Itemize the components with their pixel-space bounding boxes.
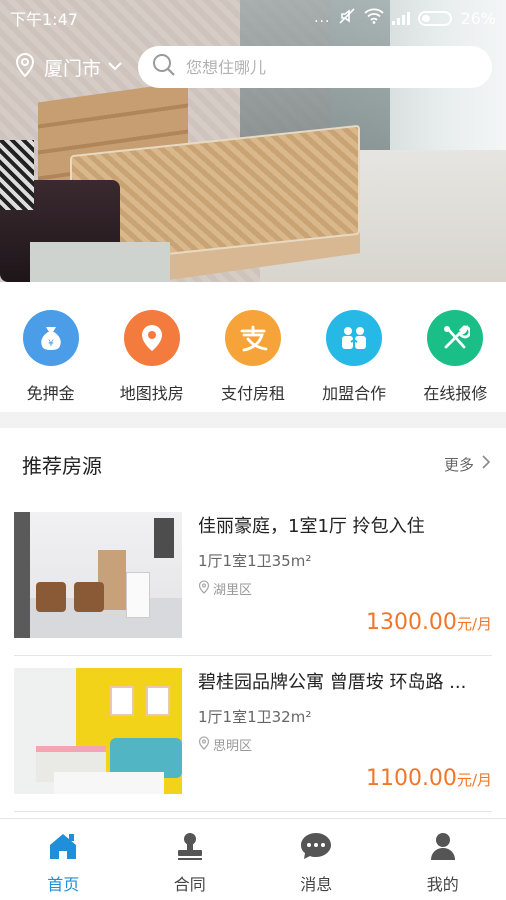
listing-title: 碧桂园品牌公寓 曾厝垵 环岛路 ... xyxy=(198,672,467,693)
search-icon xyxy=(152,53,176,81)
recommend-header: 推荐房源 更多 xyxy=(22,446,491,482)
chevron-right-icon xyxy=(482,455,491,473)
photo-rug xyxy=(54,772,164,794)
quick-action-deposit-free[interactable]: ¥ 免押金 xyxy=(1,310,101,412)
listing-card[interactable]: 佳丽豪庭，1室1厅 拎包入住 1厅1室1卫35m² 湖里区 1300.00元/月 xyxy=(14,500,492,656)
quick-action-map-search[interactable]: 地图找房 xyxy=(102,310,202,412)
location-pin-icon xyxy=(198,735,210,754)
listing-district: 思明区 xyxy=(198,735,492,754)
alipay-icon xyxy=(224,310,281,366)
tab-label: 消息 xyxy=(300,875,333,894)
user-icon xyxy=(428,831,458,865)
status-more: ... xyxy=(314,10,331,26)
tab-messages[interactable]: 消息 xyxy=(253,819,380,900)
bottom-tab-bar: 首页 合同 消息 我的 xyxy=(0,818,506,900)
repair-tools-icon xyxy=(427,310,484,366)
photo-window xyxy=(154,518,174,558)
photo-frame xyxy=(146,686,170,716)
listing-photo xyxy=(14,668,182,794)
status-bar: 下午1:47 ... 26% xyxy=(0,0,506,36)
listing-title: 佳丽豪庭，1室1厅 拎包入住 xyxy=(198,516,425,537)
recommend-title: 推荐房源 xyxy=(22,453,102,478)
battery-percent: 26% xyxy=(460,8,496,28)
tab-label: 首页 xyxy=(47,875,80,894)
tab-label: 合同 xyxy=(173,875,206,894)
more-label: 更多 xyxy=(443,455,474,474)
price-unit: 元/月 xyxy=(456,615,492,633)
quick-action-label: 支付房租 xyxy=(220,384,285,403)
status-icons: ... 26% xyxy=(314,7,496,29)
partners-icon xyxy=(326,310,383,366)
quick-action-label: 地图找房 xyxy=(119,384,184,403)
price-value: 1300.00 xyxy=(365,610,457,635)
tab-contract[interactable]: 合同 xyxy=(127,819,254,900)
wifi-icon xyxy=(364,8,385,28)
photo-frame xyxy=(110,686,134,716)
photo-chair xyxy=(36,582,66,612)
quick-action-label: 加盟合作 xyxy=(322,384,387,403)
signal-icon xyxy=(392,11,411,25)
city-selector[interactable]: 厦门市 xyxy=(14,52,138,83)
city-label: 厦门市 xyxy=(44,57,102,80)
listing-price: 1100.00元/月 xyxy=(366,766,492,791)
tab-home[interactable]: 首页 xyxy=(0,819,127,900)
listing-info: 佳丽豪庭，1室1厅 拎包入住 1厅1室1卫35m² 湖里区 1300.00元/月 xyxy=(182,500,492,655)
quick-action-partnership[interactable]: 加盟合作 xyxy=(304,310,404,412)
top-bar: 厦门市 xyxy=(14,46,492,88)
photo-edge xyxy=(14,512,30,638)
quick-actions: ¥ 免押金 地图找房 支付房租 加盟合作 在线报修 xyxy=(0,282,506,412)
tab-mine[interactable]: 我的 xyxy=(380,819,506,900)
banner-rug xyxy=(30,242,170,282)
message-icon xyxy=(299,831,333,865)
app-screen: 下午1:47 ... 26% 厦门市 您想住哪儿 ¥ 免押金 地图找房 支付房租… xyxy=(0,0,506,900)
banner-pillow xyxy=(0,140,34,210)
tab-label: 我的 xyxy=(426,875,459,894)
listing-spec: 1厅1室1卫32m² xyxy=(198,708,312,726)
listing-district: 湖里区 xyxy=(198,579,492,598)
quick-action-online-repair[interactable]: 在线报修 xyxy=(405,310,505,412)
price-value: 1100.00 xyxy=(365,766,457,791)
district-label: 湖里区 xyxy=(213,583,253,598)
status-time: 下午1:47 xyxy=(10,10,78,29)
listing-spec: 1厅1室1卫35m² xyxy=(198,552,312,570)
photo-chair xyxy=(74,582,104,612)
quick-action-pay-rent[interactable]: 支付房租 xyxy=(203,310,303,412)
search-bar[interactable] xyxy=(138,46,492,88)
search-input[interactable] xyxy=(186,57,446,77)
mute-icon xyxy=(338,7,356,29)
location-pin-icon xyxy=(198,579,210,598)
location-pin-icon xyxy=(123,310,180,366)
chevron-down-icon xyxy=(107,59,123,75)
svg-text:¥: ¥ xyxy=(48,339,54,349)
listing-photo xyxy=(14,512,182,638)
listing-info: 碧桂园品牌公寓 曾厝垵 环岛路 ... 1厅1室1卫32m² 思明区 1100.… xyxy=(182,656,492,811)
money-bag-icon: ¥ xyxy=(22,310,79,366)
district-label: 思明区 xyxy=(213,739,253,754)
quick-action-label: 在线报修 xyxy=(423,384,488,403)
listing-card[interactable]: 碧桂园品牌公寓 曾厝垵 环岛路 ... 1厅1室1卫32m² 思明区 1100.… xyxy=(14,656,492,812)
price-unit: 元/月 xyxy=(456,771,492,789)
section-divider xyxy=(0,412,506,428)
quick-action-label: 免押金 xyxy=(26,384,75,403)
stamp-icon xyxy=(175,831,205,865)
home-icon xyxy=(47,831,79,865)
hero-banner-image[interactable] xyxy=(0,0,506,282)
listing-price: 1300.00元/月 xyxy=(366,610,492,635)
photo-fridge xyxy=(126,572,150,618)
more-link[interactable]: 更多 xyxy=(443,454,491,475)
location-pin-icon xyxy=(14,52,36,83)
battery-icon xyxy=(418,10,453,26)
